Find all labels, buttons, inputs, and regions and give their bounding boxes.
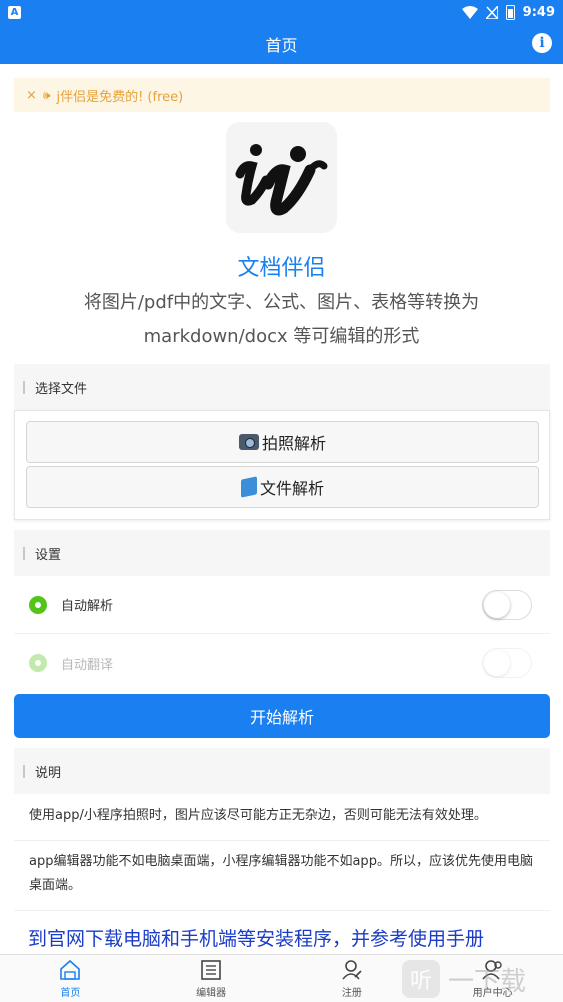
tab-home[interactable]: 首页 [0, 955, 141, 1002]
watermark-text: 一下载 [448, 966, 527, 997]
file-parse-button[interactable]: 文件解析 [26, 466, 539, 508]
start-parse-button[interactable]: 开始解析 [14, 694, 550, 738]
tab-label: 首页 [60, 987, 81, 999]
divider [14, 910, 550, 911]
photo-parse-label: 拍照解析 [261, 434, 326, 453]
auto-parse-toggle[interactable] [482, 590, 532, 620]
close-icon[interactable]: × [26, 88, 37, 103]
photo-parse-button[interactable]: 拍照解析 [26, 421, 539, 463]
app-logo [226, 122, 337, 233]
setting-label: 自动翻译 [61, 657, 114, 673]
tab-label: 编辑器 [196, 987, 227, 999]
battery-icon [505, 4, 515, 20]
notes-section-header: 说明 [14, 748, 550, 794]
app-name: 文档伴侣 [237, 256, 326, 281]
status-bar: A 9:49 [0, 0, 563, 24]
file-button-group: 拍照解析 文件解析 [14, 410, 550, 520]
settings-section-title: 设置 [35, 547, 62, 563]
settings-section-header: 设置 [14, 530, 550, 576]
notes-section-title: 说明 [35, 765, 62, 781]
download-link[interactable]: 到官网下载电脑和手机端等安装程序，并参考使用手册 [28, 924, 548, 951]
gear-icon [29, 654, 47, 672]
title-bar: 首页 i [0, 24, 563, 64]
file-parse-label: 文件解析 [259, 479, 324, 498]
home-icon [60, 959, 81, 980]
wifi-icon [461, 5, 478, 19]
editor-icon [201, 959, 221, 980]
status-time: 9:49 [522, 4, 555, 20]
watermark-logo: 听 [402, 960, 440, 998]
app-description: 将图片/pdf中的文字、公式、图片、表格等转换为markdown/docx 等可… [83, 292, 480, 347]
watermark: 听 一下载 [402, 956, 562, 1002]
notice-text: j伴侣是免费的! (free) [56, 89, 184, 105]
setting-auto-parse: 自动解析 [14, 576, 550, 634]
gear-icon [29, 595, 47, 614]
page-title: 首页 [265, 36, 298, 55]
book-icon [240, 476, 257, 498]
file-section-title: 选择文件 [35, 381, 88, 397]
note-item: 使用app/小程序拍照时，图片应该尽可能方正无杂边，否则可能无法有效处理。 [29, 808, 487, 823]
camera-icon [238, 434, 259, 450]
tab-editor[interactable]: 编辑器 [141, 955, 282, 1002]
file-section-header: 选择文件 [14, 364, 550, 410]
setting-label: 自动解析 [61, 599, 114, 614]
no-sim-icon [485, 5, 498, 19]
register-icon [342, 959, 362, 980]
app-notification-icon: A [8, 5, 21, 19]
setting-auto-translate: 自动翻译 [14, 634, 550, 692]
notice-bar: × 🕪 j伴侣是免费的! (free) [14, 78, 550, 112]
divider [14, 840, 550, 841]
auto-translate-toggle[interactable] [482, 648, 532, 678]
speaker-icon: 🕪 [42, 87, 51, 102]
info-icon[interactable]: i [532, 33, 552, 53]
note-item: app编辑器功能不如电脑桌面端，小程序编辑器功能不如app。所以，应该优先使用电… [29, 854, 533, 893]
tab-label: 注册 [341, 987, 362, 999]
